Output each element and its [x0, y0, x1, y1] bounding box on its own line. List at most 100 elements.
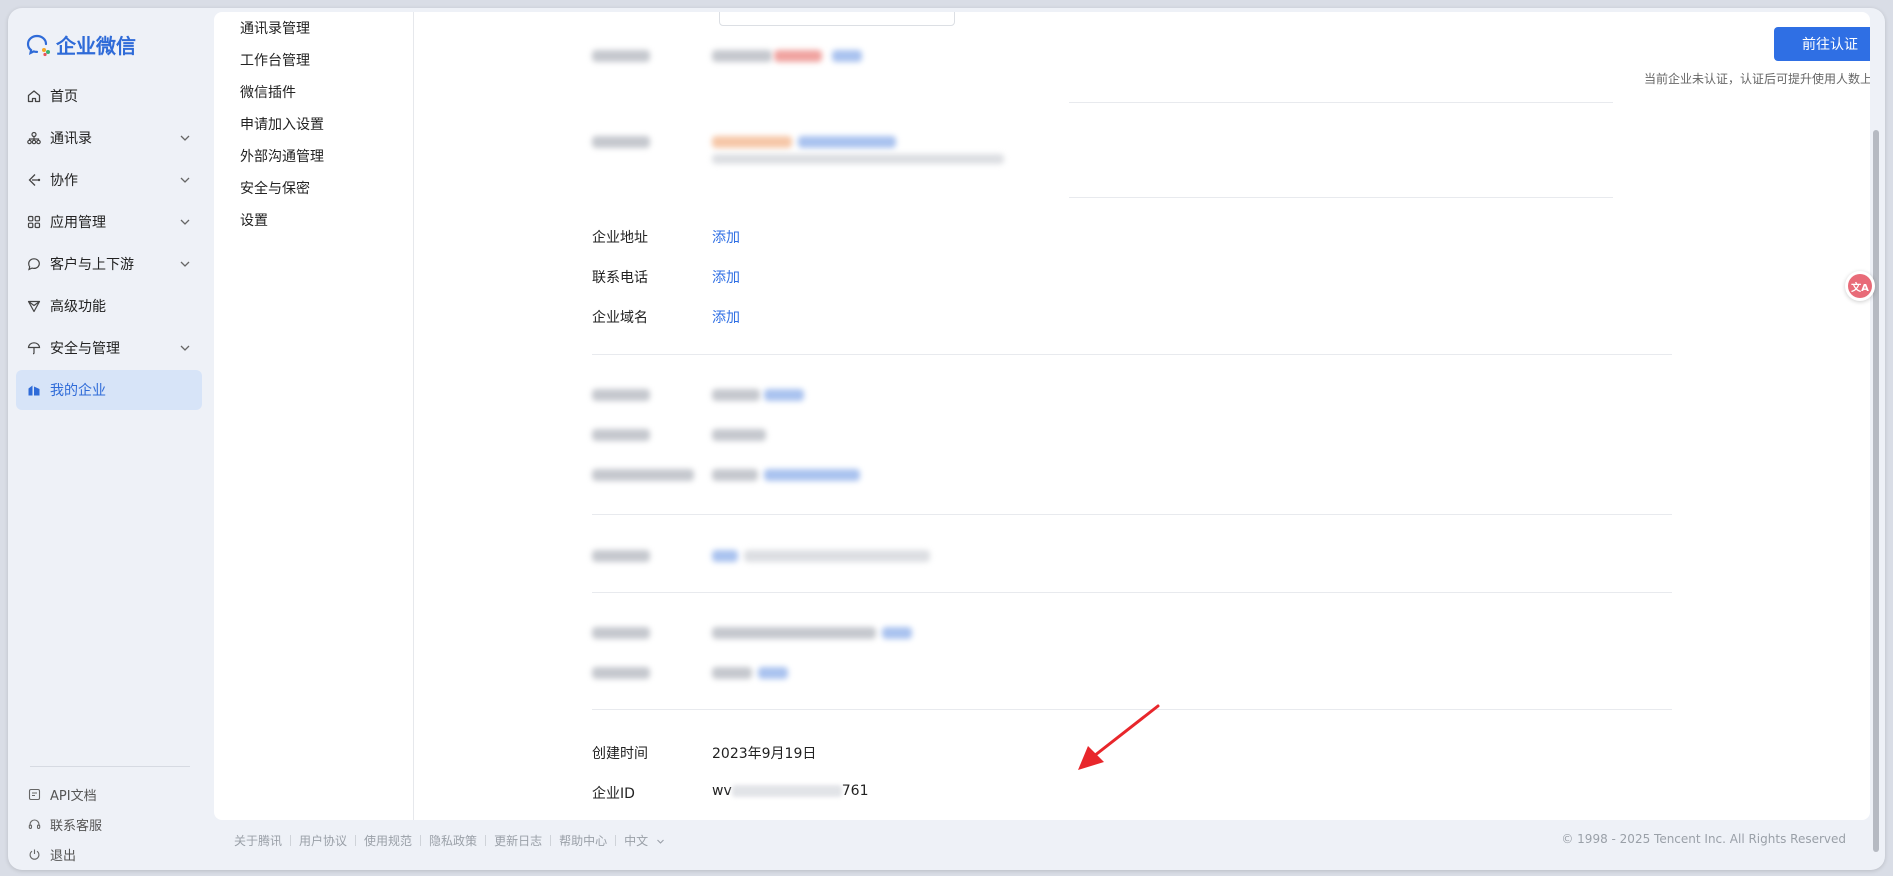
chevron-down-icon [180, 345, 190, 351]
sidebar-divider [30, 766, 190, 767]
scrollbar-thumb[interactable] [1873, 130, 1879, 852]
add-domain-link[interactable]: 添加 [712, 307, 740, 327]
subnav-external-communication[interactable]: 外部沟通管理 [240, 146, 324, 166]
headset-icon [28, 817, 42, 831]
footer-link-terms[interactable]: 用户协议 [299, 832, 347, 849]
blurred-link [764, 389, 804, 401]
home-icon [26, 88, 42, 104]
footer-separator [615, 835, 617, 846]
footer: 关于腾讯 用户协议 使用规范 隐私政策 更新日志 帮助中心 中文 © 1998 … [214, 828, 1870, 852]
cert-hint-text: 当前企业未认证，认证后可提升使用人数上限 [1643, 72, 1870, 86]
copyright-text: © 1998 - 2025 Tencent Inc. All Rights Re… [1561, 832, 1846, 846]
sidebar-item-my-company[interactable]: 我的企业 [16, 370, 202, 410]
company-info: 前往认证 当前企业未认证，认证后可提升使用人数上限 企业地址 添加 联系电话 添… [414, 12, 1870, 820]
blurred-value [712, 389, 760, 401]
sidebar-item-security[interactable]: 安全与管理 [16, 328, 202, 368]
chevron-down-icon [180, 135, 190, 141]
sidebar-item-contacts[interactable]: 通讯录 [16, 118, 202, 158]
apps-icon [26, 214, 42, 230]
annotation-arrow-icon [1078, 704, 1160, 770]
subnav-settings[interactable]: 设置 [240, 210, 268, 230]
chevron-down-icon [180, 219, 190, 225]
language-selector[interactable]: 中文 [624, 832, 665, 849]
top-input-field[interactable] [719, 12, 955, 26]
diamond-icon [26, 298, 42, 314]
logout-link[interactable]: 退出 [28, 839, 102, 869]
blurred-value [712, 627, 876, 639]
footer-link-usage-rules[interactable]: 使用规范 [364, 832, 412, 849]
scrollbar[interactable] [1870, 12, 1882, 852]
blurred-link [712, 550, 738, 562]
subnav-contacts-management[interactable]: 通讯录管理 [240, 18, 310, 38]
divider [592, 514, 1172, 515]
footer-separator [355, 835, 357, 846]
blurred-description [744, 550, 930, 562]
footer-separator [290, 835, 292, 846]
logo[interactable]: 企业微信 [26, 30, 136, 59]
sidebar-item-customers[interactable]: 客户与上下游 [16, 244, 202, 284]
add-phone-link[interactable]: 添加 [712, 267, 740, 287]
chat-icon [26, 256, 42, 272]
footer-link-help[interactable]: 帮助中心 [559, 832, 607, 849]
power-icon [28, 847, 42, 861]
company-id-suffix: 761 [841, 783, 869, 799]
translate-icon: 文A [1848, 274, 1872, 298]
sidebar-item-label: 高级功能 [50, 299, 106, 315]
created-time-label: 创建时间 [592, 746, 648, 762]
sidebar-bottom-links: API文档 联系客服 退出 [28, 779, 102, 869]
subnav-security-privacy[interactable]: 安全与保密 [240, 178, 310, 198]
divider [1114, 514, 1672, 515]
brand-name: 企业微信 [56, 34, 136, 58]
divider [592, 354, 1672, 355]
contact-support-link[interactable]: 联系客服 [28, 809, 102, 839]
footer-link-privacy[interactable]: 隐私政策 [429, 832, 477, 849]
footer-link-about[interactable]: 关于腾讯 [234, 832, 282, 849]
footer-separator [550, 835, 552, 846]
sidebar-item-apps[interactable]: 应用管理 [16, 202, 202, 242]
go-certify-button[interactable]: 前往认证 [1774, 27, 1870, 61]
blurred-link [758, 667, 788, 679]
blurred-label [592, 469, 694, 481]
divider [1069, 197, 1613, 198]
divider [592, 592, 1172, 593]
blurred-value [712, 429, 766, 441]
blurred-value [712, 136, 792, 148]
blurred-link [764, 469, 860, 481]
org-icon [26, 130, 42, 146]
blurred-link [832, 50, 862, 62]
sidebar-item-label: 协作 [50, 173, 78, 189]
api-docs-label: API文档 [50, 788, 97, 804]
company-id-masked [731, 785, 842, 797]
blurred-badge [774, 50, 822, 62]
sidebar-item-collab[interactable]: 协作 [16, 160, 202, 200]
chevron-down-icon [657, 839, 664, 844]
sidebar-item-home[interactable]: 首页 [16, 76, 202, 116]
sidebar-nav: 首页 通讯录 协作 应用管理 客户与上下游 高级功能 安全与管理 我的企业 [16, 76, 202, 412]
add-address-link[interactable]: 添加 [712, 227, 740, 247]
subnav-wechat-plugin[interactable]: 微信插件 [240, 82, 296, 102]
company-id-value[interactable]: wv 761 [712, 783, 868, 799]
subnav-join-settings[interactable]: 申请加入设置 [240, 114, 324, 134]
footer-link-changelog[interactable]: 更新日志 [494, 832, 542, 849]
umbrella-icon [26, 340, 42, 356]
blurred-value [712, 50, 772, 62]
field-label-phone: 联系电话 [592, 270, 648, 286]
subnav-workbench-management[interactable]: 工作台管理 [240, 50, 310, 70]
app-window: 企业微信 首页 通讯录 协作 应用管理 客户与上下游 高级功能 安全与管理 我的… [8, 8, 1885, 870]
footer-separator [420, 835, 422, 846]
blurred-label [592, 50, 650, 62]
translate-button[interactable]: 文A [1845, 271, 1875, 301]
sidebar-item-advanced[interactable]: 高级功能 [16, 286, 202, 326]
contact-support-label: 联系客服 [50, 818, 103, 834]
sidebar-item-label: 通讯录 [50, 131, 92, 147]
collab-icon [26, 172, 42, 188]
api-docs-link[interactable]: API文档 [28, 779, 102, 809]
blurred-value [712, 667, 752, 679]
sidebar-item-label: 我的企业 [50, 383, 106, 399]
footer-links: 关于腾讯 用户协议 使用规范 隐私政策 更新日志 帮助中心 中文 [234, 832, 665, 849]
sidebar: 企业微信 首页 通讯录 协作 应用管理 客户与上下游 高级功能 安全与管理 我的… [8, 8, 213, 870]
logout-label: 退出 [50, 848, 77, 864]
doc-icon [28, 787, 42, 801]
blurred-link [882, 627, 912, 639]
chevron-down-icon [180, 261, 190, 267]
